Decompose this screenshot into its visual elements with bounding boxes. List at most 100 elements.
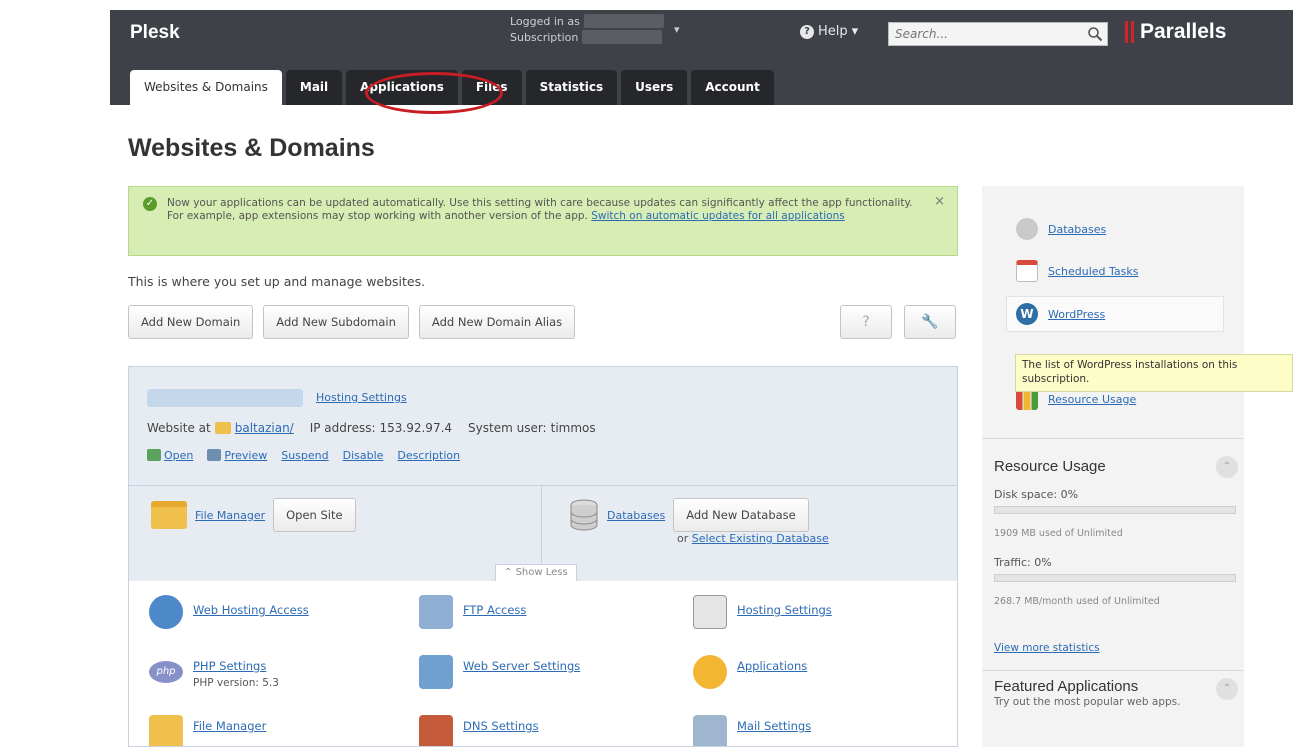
disable-link[interactable]: Disable	[343, 449, 384, 462]
search-input[interactable]	[889, 23, 1079, 45]
ip-value: 153.92.97.4	[379, 421, 453, 435]
tab-account[interactable]: Account	[691, 70, 774, 105]
select-existing-database-link[interactable]: Select Existing Database	[692, 532, 829, 545]
web-hosting-access-item: Web Hosting Access	[149, 595, 309, 629]
description-link[interactable]: Description	[397, 449, 460, 462]
traffic-used-text: 268.7 MB/month used of Unlimited	[994, 596, 1160, 607]
help-icon: ?	[800, 24, 814, 39]
tab-users[interactable]: Users	[621, 70, 688, 105]
intro-text: This is where you set up and manage webs…	[128, 274, 426, 289]
ftp-computer-icon	[419, 595, 453, 629]
server-icon	[419, 655, 453, 689]
auto-update-link[interactable]: Switch on automatic updates for all appl…	[591, 210, 844, 222]
docroot-link[interactable]: baltazian/	[235, 421, 294, 435]
ftp-access-link[interactable]: FTP Access	[463, 603, 526, 617]
file-manager-grid-item: File Manager	[149, 715, 266, 746]
tab-websites-domains[interactable]: Websites & Domains	[130, 70, 282, 105]
sidebar-item-wordpress[interactable]: W WordPress	[1016, 303, 1105, 325]
web-hosting-access-link[interactable]: Web Hosting Access	[193, 603, 309, 617]
website-at-label: Website at	[147, 421, 211, 435]
system-user-value: timmos	[550, 421, 596, 435]
preview-action[interactable]: Preview	[207, 449, 267, 462]
chevron-down-icon[interactable]: ▾	[674, 22, 680, 38]
sidebar-databases-link[interactable]: Databases	[1048, 223, 1106, 236]
chevron-up-icon: ⌃	[504, 567, 516, 578]
resource-usage-heading: Resource Usage	[994, 458, 1106, 475]
folder-icon	[214, 422, 231, 434]
sidebar-scheduled-tasks-link[interactable]: Scheduled Tasks	[1048, 265, 1139, 278]
folder-icon	[149, 715, 183, 746]
check-icon: ✓	[143, 197, 157, 211]
view-more-statistics-link[interactable]: View more statistics	[994, 642, 1100, 654]
parallels-wordmark: Parallels	[1140, 20, 1227, 43]
mail-settings-link[interactable]: Mail Settings	[737, 719, 811, 733]
search-icon[interactable]	[1087, 26, 1103, 42]
search-box	[888, 22, 1108, 46]
tab-mail[interactable]: Mail	[285, 70, 343, 105]
hosting-settings-item: Hosting Settings	[693, 595, 832, 629]
system-user-label: System user:	[468, 421, 547, 435]
sidebar-item-databases[interactable]: Databases	[1016, 218, 1106, 240]
php-settings-link[interactable]: PHP Settings	[193, 659, 266, 673]
php-version-text: PHP version: 5.3	[193, 677, 279, 689]
databases-link[interactable]: Databases	[607, 509, 665, 522]
help-label: Help	[818, 24, 848, 39]
domain-header: Hosting Settings Website at baltazian/ I…	[129, 367, 957, 487]
php-settings-block: PHP Settings PHP version: 5.3	[193, 659, 279, 689]
hosting-settings-link[interactable]: Hosting Settings	[316, 391, 407, 404]
preview-link[interactable]: Preview	[224, 449, 267, 462]
dns-icon	[419, 715, 453, 746]
disk-space-label: Disk space: 0%	[994, 488, 1079, 501]
sidebar-item-scheduled-tasks[interactable]: Scheduled Tasks	[1016, 260, 1139, 282]
applications-link[interactable]: Applications	[737, 659, 807, 673]
php-icon: php	[149, 661, 183, 683]
featured-applications-text: Try out the most popular web apps.	[994, 696, 1181, 708]
login-info: Logged in as Subscription ▾	[510, 14, 680, 46]
add-new-database-button[interactable]: Add New Database	[673, 498, 809, 532]
show-less-toggle[interactable]: ⌃ Show Less	[495, 564, 577, 582]
wrench-icon[interactable]: 🔧	[904, 305, 956, 339]
file-manager-grid-link[interactable]: File Manager	[193, 719, 266, 733]
chevron-down-icon: ▾	[851, 24, 859, 39]
open-action[interactable]: Open	[147, 449, 193, 462]
document-gear-icon	[693, 595, 727, 629]
web-server-settings-link[interactable]: Web Server Settings	[463, 659, 580, 673]
close-icon[interactable]: ×	[934, 195, 945, 208]
domain-name-redacted[interactable]	[147, 389, 303, 407]
applications-item: Applications	[693, 655, 807, 689]
disk-used-text: 1909 MB used of Unlimited	[994, 528, 1123, 539]
subscription-label: Subscription	[510, 31, 579, 44]
update-notice: ✓ Now your applications can be updated a…	[128, 186, 958, 256]
tab-statistics[interactable]: Statistics	[525, 70, 618, 105]
dns-settings-link[interactable]: DNS Settings	[463, 719, 539, 733]
add-new-domain-button[interactable]: Add New Domain	[128, 305, 254, 339]
add-new-domain-alias-button[interactable]: Add New Domain Alias	[418, 305, 576, 339]
collapse-icon[interactable]: ⌃	[1216, 456, 1238, 478]
tab-files[interactable]: Files	[461, 70, 522, 105]
help-button[interactable]: ?	[840, 305, 892, 339]
sidebar-resource-usage-link[interactable]: Resource Usage	[1048, 393, 1136, 406]
suspend-link[interactable]: Suspend	[281, 449, 328, 462]
calendar-icon	[1016, 260, 1038, 282]
parallels-bars-icon	[1125, 21, 1134, 43]
featured-applications-heading: Featured Applications	[994, 678, 1139, 695]
database-icon	[570, 499, 598, 531]
hosting-settings-grid-link[interactable]: Hosting Settings	[737, 603, 832, 617]
databases-tool: Databases Add New Database	[569, 498, 809, 532]
site-actions: Open Preview Suspend Disable Description	[147, 449, 460, 462]
plesk-logo: Plesk	[130, 22, 180, 43]
logged-in-label: Logged in as	[510, 15, 580, 28]
add-new-subdomain-button[interactable]: Add New Subdomain	[263, 305, 409, 339]
open-link[interactable]: Open	[164, 449, 193, 462]
collapse-icon[interactable]: ⌃	[1216, 678, 1238, 700]
preview-icon	[207, 449, 222, 461]
file-manager-link[interactable]: File Manager	[195, 509, 265, 522]
sidebar-wordpress-link[interactable]: WordPress	[1048, 308, 1105, 321]
help-menu[interactable]: ? Help ▾	[800, 24, 858, 39]
tab-applications[interactable]: Applications	[346, 70, 458, 105]
mail-settings-item: Mail Settings	[693, 715, 811, 746]
php-settings-item: php PHP Settings PHP version: 5.3	[149, 655, 279, 689]
main-tabs: Websites & Domains Mail Applications Fil…	[130, 70, 774, 105]
open-site-button[interactable]: Open Site	[273, 498, 356, 532]
subscription-redacted[interactable]	[582, 30, 663, 44]
